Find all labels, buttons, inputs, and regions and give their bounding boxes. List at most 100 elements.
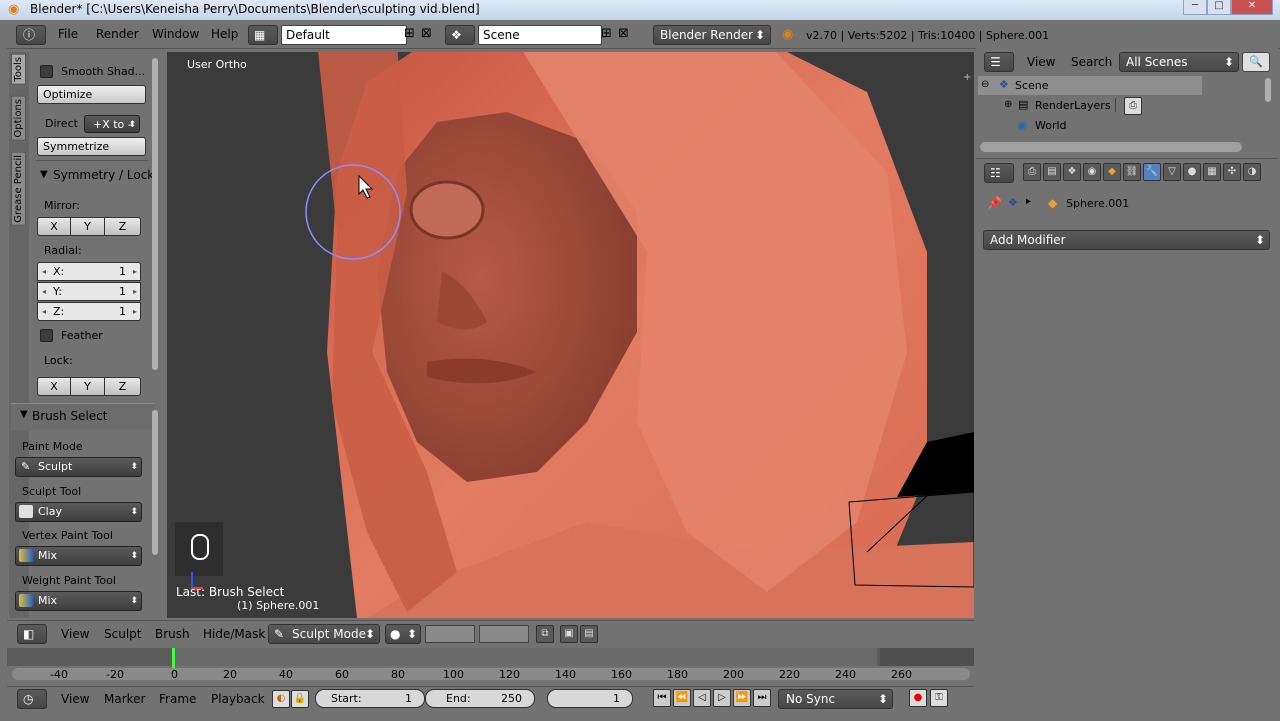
outliner-hscrollbar[interactable] — [980, 142, 1242, 152]
scene-tab-icon[interactable]: ❖ — [1063, 163, 1081, 181]
layer-buttons-2[interactable] — [479, 625, 529, 643]
jump-start-icon[interactable]: ⏮ — [653, 689, 671, 707]
opengl-render-icon[interactable]: ▣ — [560, 625, 578, 643]
radial-y-field[interactable]: ◂ Y: 1 ▸ — [37, 282, 141, 301]
menu-frame[interactable]: Frame — [159, 692, 196, 706]
play-reverse-icon[interactable]: ◁ — [693, 689, 711, 707]
current-frame-field[interactable]: 1 — [547, 689, 633, 708]
outliner-display-mode-dropdown[interactable]: All Scenes ⬍ — [1119, 52, 1239, 72]
play-icon[interactable]: ▷ — [713, 689, 731, 707]
brush-select-title[interactable]: Brush Select — [32, 409, 107, 423]
symmetry-lock-header[interactable]: Symmetry / Lock — [53, 168, 154, 182]
editor-type-outliner-button[interactable]: ☰ — [984, 52, 1014, 72]
world-tab-icon[interactable]: ◉ — [1083, 163, 1101, 181]
lock-icon[interactable]: 🔒 — [291, 690, 309, 708]
lock-x-toggle[interactable]: X — [37, 377, 71, 396]
radial-z-field[interactable]: ◂ Z: 1 ▸ — [37, 302, 141, 321]
layer-buttons-1[interactable] — [425, 625, 475, 643]
start-frame-field[interactable]: Start: 1 — [315, 689, 425, 708]
menu-playback[interactable]: Playback — [211, 692, 265, 706]
mirror-x-toggle[interactable]: X — [37, 217, 71, 236]
brush-panel-scrollbar[interactable] — [152, 410, 158, 555]
expand-icon[interactable]: ⊕ — [1004, 99, 1012, 110]
menu-render[interactable]: Render — [96, 27, 139, 41]
timeline-scrollbar[interactable] — [12, 668, 970, 680]
editor-type-3dview-button[interactable]: ◧ — [17, 624, 47, 644]
record-icon[interactable]: ● — [909, 689, 927, 707]
triangle-down-icon[interactable]: ▼ — [40, 169, 48, 180]
menu-help[interactable]: Help — [211, 27, 238, 41]
add-scene-icon[interactable]: ⊞ — [601, 26, 612, 41]
prev-keyframe-icon[interactable]: ⏪ — [673, 689, 691, 707]
current-frame-marker[interactable] — [172, 648, 175, 668]
scene-selector[interactable]: ❖ — [445, 25, 475, 45]
tab-grease-pencil[interactable]: Grease Pencil — [11, 152, 26, 226]
jump-end-icon[interactable]: ⏭ — [753, 689, 771, 707]
maximize-button[interactable]: □ — [1207, 0, 1231, 15]
tool-shelf-scrollbar[interactable] — [152, 58, 158, 370]
data-tab-icon[interactable]: ▽ — [1163, 163, 1181, 181]
texture-tab-icon[interactable]: ▦ — [1203, 163, 1221, 181]
feather-checkbox[interactable] — [40, 329, 53, 342]
menu-brush[interactable]: Brush — [155, 627, 190, 641]
keying-set-icon[interactable]: ⚿ — [930, 689, 948, 707]
optimize-button[interactable]: Optimize — [37, 85, 146, 104]
3d-viewport[interactable]: User Ortho + Last: Brush Select (1) Sphe… — [167, 52, 974, 618]
mirror-y-toggle[interactable]: Y — [70, 217, 105, 236]
render-layers-tab-icon[interactable]: ▤ — [1043, 163, 1061, 181]
close-button[interactable]: ✕ — [1231, 0, 1273, 15]
outliner-scene-label[interactable]: Scene — [1015, 79, 1049, 92]
editor-type-timeline-button[interactable]: ◷ — [17, 689, 47, 709]
lock-z-toggle[interactable]: Z — [104, 377, 141, 396]
menu-hide-mask[interactable]: Hide/Mask — [203, 627, 265, 641]
particles-tab-icon[interactable]: ✣ — [1223, 163, 1241, 181]
layout-name-field[interactable]: Default — [281, 25, 407, 45]
viewport-corner-plus-icon[interactable]: + — [963, 72, 971, 83]
menu-file[interactable]: File — [58, 27, 78, 41]
menu-window[interactable]: Window — [152, 27, 199, 41]
menu-outliner-view[interactable]: View — [1027, 55, 1055, 69]
tab-options[interactable]: Options — [11, 96, 26, 141]
lock-camera-icon[interactable]: ⧉ — [536, 625, 554, 643]
direction-dropdown[interactable]: +X to - ⬍ — [84, 115, 140, 133]
outliner-world-label[interactable]: World — [1035, 119, 1067, 132]
end-frame-field[interactable]: End: 250 — [425, 689, 535, 708]
sculpt-mesh-render[interactable] — [167, 52, 974, 618]
menu-view[interactable]: View — [61, 627, 89, 641]
radial-x-field[interactable]: ◂ X: 1 ▸ — [37, 262, 141, 281]
minimize-button[interactable]: ─ — [1183, 0, 1207, 15]
weight-paint-dropdown[interactable]: Mix ⬍ — [15, 591, 142, 611]
keying-icon[interactable]: ◐ — [272, 690, 290, 708]
material-tab-icon[interactable]: ● — [1183, 163, 1201, 181]
timeline-area[interactable] — [7, 646, 974, 686]
collapse-icon[interactable]: ⊖ — [981, 79, 989, 90]
physics-tab-icon[interactable]: ◑ — [1243, 163, 1261, 181]
menu-timeline-view[interactable]: View — [61, 692, 89, 706]
outliner-renderlayers-label[interactable]: RenderLayers — [1035, 99, 1111, 112]
opengl-animation-icon[interactable]: ▤ — [580, 625, 598, 643]
render-engine-dropdown[interactable]: Blender Render ⬍ — [653, 25, 771, 45]
menu-sculpt[interactable]: Sculpt — [104, 627, 141, 641]
render-camera-icon[interactable]: ⎙ — [1124, 97, 1142, 115]
render-tab-icon[interactable]: ⎙ — [1023, 163, 1041, 181]
screen-layout-selector[interactable]: ▦ — [248, 25, 278, 45]
mirror-z-toggle[interactable]: Z — [104, 217, 141, 236]
tab-tools[interactable]: Tools — [11, 54, 26, 85]
modifiers-tab-icon[interactable]: 🔧 — [1143, 163, 1161, 181]
add-modifier-dropdown[interactable]: Add Modifier ⬍ — [983, 230, 1270, 250]
remove-scene-icon[interactable]: ⊠ — [618, 26, 629, 41]
editor-type-properties-button[interactable]: ☷ — [984, 163, 1014, 183]
outliner-row-scene[interactable] — [978, 76, 1202, 95]
triangle-down-icon[interactable]: ▼ — [20, 409, 28, 420]
smooth-shading-checkbox[interactable] — [40, 65, 53, 78]
search-icon[interactable]: 🔍 — [1242, 52, 1270, 72]
menu-outliner-search[interactable]: Search — [1071, 55, 1112, 69]
remove-layout-icon[interactable]: ⊠ — [421, 26, 432, 41]
menu-marker[interactable]: Marker — [104, 692, 145, 706]
pin-icon[interactable]: 📌 — [987, 196, 1002, 210]
object-tab-icon[interactable]: ◆ — [1103, 163, 1121, 181]
outliner-vscrollbar[interactable] — [1265, 78, 1271, 102]
sync-mode-dropdown[interactable]: No Sync ⬍ — [778, 689, 893, 709]
constraints-tab-icon[interactable]: ⛓ — [1123, 163, 1141, 181]
vertex-paint-dropdown[interactable]: Mix ⬍ — [15, 546, 142, 566]
